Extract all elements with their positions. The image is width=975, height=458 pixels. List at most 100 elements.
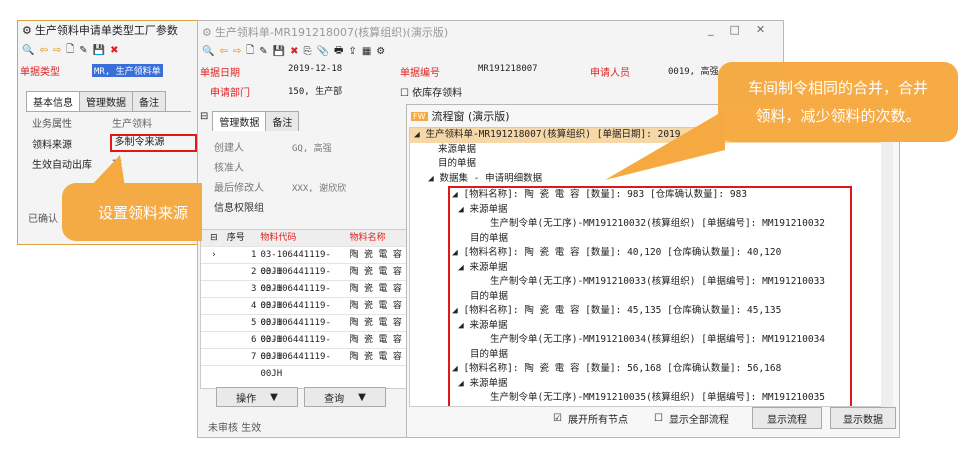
flow-icon: FW xyxy=(411,111,428,121)
tree-item-src[interactable]: ◢ 来源单据 xyxy=(450,377,850,392)
expand-checkbox[interactable]: ☑ xyxy=(553,413,562,424)
pick-title-bar: ⚙ 生产领料单-MR191218007(核算组织)(演示版) xyxy=(202,24,448,40)
grid-collapse-icon[interactable]: ⊟ xyxy=(201,230,227,246)
dropdown-icon: ▼ xyxy=(358,391,366,403)
tab-notes[interactable]: 备注 xyxy=(132,91,166,111)
save-icon[interactable]: 💾 xyxy=(93,45,105,56)
src-doc[interactable]: 生产制令单(无工序)-MM191210032(核算组织) [单据编号]: MM1… xyxy=(450,217,850,232)
edit-icon[interactable]: ✎ xyxy=(259,46,267,57)
creator-value: GQ, 高强 xyxy=(292,144,332,154)
material-label: [物料名称]: 陶 瓷 電 容 [数量]: 40,120 [仓库确认数量]: 4… xyxy=(463,247,782,258)
tree-item-src[interactable]: ◢ 来源单据 xyxy=(450,319,850,334)
src-label: 来源单据 xyxy=(469,261,508,273)
tree-item-src[interactable]: ◢ 来源单据 xyxy=(450,261,850,276)
dst-label[interactable]: 目的单据 xyxy=(450,348,850,363)
table-row[interactable]: 6 03-106441119-00JH 陶 瓷 電 容 xyxy=(201,332,409,362)
search-icon[interactable]: 🔍 xyxy=(22,45,34,56)
new-icon[interactable]: 🗋 xyxy=(246,43,254,60)
manage-panel: ⊟ 管理数据 备注 创建人 GQ, 高强 核准人 最后修改人 XXX, 谢欣欣 信息… xyxy=(200,111,405,221)
show-flow-button[interactable]: 显示流程 xyxy=(752,407,822,429)
tab-manage[interactable]: 管理数据 xyxy=(79,91,133,111)
back-icon[interactable]: ⇦ xyxy=(219,46,227,57)
table-row[interactable]: 5 03-106441119-00JH 陶 瓷 電 容 xyxy=(201,315,409,345)
export-icon[interactable]: ⇪ xyxy=(348,46,356,57)
stock-checkbox[interactable]: ☐ 依库存领料 xyxy=(400,84,462,99)
table-row[interactable]: 7 03-106441119-00JH 陶 瓷 電 容 xyxy=(201,349,409,379)
settings-icon[interactable]: ⚙ xyxy=(376,46,385,57)
tab-notes2[interactable]: 备注 xyxy=(265,111,300,131)
ops-button[interactable]: 操作 ▼ xyxy=(216,387,298,407)
table-row[interactable]: 2 03-106441119-00JH 陶 瓷 電 容 xyxy=(201,264,409,294)
cell-seq: 2 xyxy=(251,267,257,277)
forward-icon[interactable]: ⇨ xyxy=(53,45,61,56)
flow-title: 流程窗 (演示版) xyxy=(431,110,510,123)
row-marker xyxy=(201,264,227,280)
tree-item-src[interactable]: ◢ 来源单据 xyxy=(450,203,850,218)
cell-name: 陶 瓷 電 容 xyxy=(349,267,402,277)
cell-seq: 1 xyxy=(251,250,257,260)
material-label: [物料名称]: 陶 瓷 電 容 [数量]: 56,168 [仓库确认数量]: 5… xyxy=(463,363,782,374)
src-doc[interactable]: 生产制令单(无工序)-MM191210035(核算组织) [单据编号]: MM1… xyxy=(450,391,850,406)
tree-item-group: ◢ [物料名称]: 陶 瓷 電 容 [数量]: 45,135 [仓库确认数量]:… xyxy=(450,304,850,362)
cell-name: 陶 瓷 電 容 xyxy=(349,284,402,294)
new-icon[interactable]: 🗋 xyxy=(66,42,74,59)
dept-field[interactable]: 150, 生产部 xyxy=(288,84,342,97)
cell-code: 03-106441119-00JH xyxy=(260,318,331,345)
tree-scrollbar[interactable] xyxy=(881,127,893,407)
creator-label: 创建人 xyxy=(214,143,244,154)
dept-label: 申请部门 xyxy=(210,88,250,99)
doc-type-field[interactable]: MR, 生产领料单 xyxy=(92,64,163,77)
print-icon[interactable]: 🖶 xyxy=(334,43,343,60)
approver-label: 核准人 xyxy=(214,163,244,174)
showall-checkbox[interactable]: ☐ xyxy=(654,413,663,424)
table-row[interactable]: 4 03-106441119-00JH 陶 瓷 電 容 xyxy=(201,298,409,328)
doc-type-label: 单据类型 xyxy=(20,67,60,78)
tree-material[interactable]: ◢ [物料名称]: 陶 瓷 電 容 [数量]: 40,120 [仓库确认数量]:… xyxy=(450,246,850,261)
show-data-button[interactable]: 显示数据 xyxy=(830,407,896,429)
minimize-button[interactable]: _ xyxy=(708,23,714,36)
src-label: 来源单据 xyxy=(469,203,508,215)
query-label: 查询 xyxy=(324,393,345,405)
date-field[interactable]: 2019-12-18 xyxy=(288,64,342,74)
modifier-label: 最后修改人 xyxy=(214,183,264,194)
expand-label: 展开所有节点 xyxy=(567,415,628,426)
collapse-icon[interactable]: ⊟ xyxy=(200,111,208,131)
dst-label[interactable]: 目的单据 xyxy=(450,232,850,247)
tab-manage2[interactable]: 管理数据 xyxy=(212,111,267,131)
tree-material[interactable]: ◢ [物料名称]: 陶 瓷 電 容 [数量]: 45,135 [仓库确认数量]:… xyxy=(450,304,850,319)
params-toolbar: 🔍 ⇦ ⇨ 🗋 ✎ 💾 ✖ xyxy=(22,42,119,59)
col-code: 物料代码 xyxy=(260,233,297,243)
save-icon[interactable]: 💾 xyxy=(273,46,285,57)
close-button[interactable]: ✕ xyxy=(756,23,765,36)
pick-source-field[interactable]: 多制令来源 xyxy=(109,134,197,152)
table-row[interactable]: 3 03-106441119-00JH 陶 瓷 電 容 xyxy=(201,281,409,311)
cell-seq: 6 xyxy=(251,335,257,345)
material-label: [物料名称]: 陶 瓷 電 容 [数量]: 983 [仓库确认数量]: 983 xyxy=(463,189,748,200)
applicant-field[interactable]: 0019, 高强 xyxy=(668,64,719,77)
delete-icon[interactable]: ✖ xyxy=(290,46,298,57)
forward-icon[interactable]: ⇨ xyxy=(233,46,241,57)
query-button[interactable]: 查询 ▼ xyxy=(304,387,386,407)
row-marker xyxy=(201,349,227,365)
attach-icon[interactable]: 📎 xyxy=(317,46,329,57)
cell-code: 03-106441119-00JH xyxy=(260,267,331,294)
tree-material[interactable]: ◢ [物料名称]: 陶 瓷 電 容 [数量]: 983 [仓库确认数量]: 98… xyxy=(450,188,850,203)
chart-icon[interactable]: ▦ xyxy=(362,46,371,57)
table-row[interactable]: › 1 03-106441119-00JH 陶 瓷 電 容 xyxy=(201,247,409,277)
back-icon[interactable]: ⇦ xyxy=(39,45,47,56)
src-label: 来源单据 xyxy=(469,319,508,331)
tab-basic[interactable]: 基本信息 xyxy=(26,91,80,111)
params-title-bar: ⚙ 生产领料申请单类型工厂参数 xyxy=(18,21,201,39)
copy-icon[interactable]: ⎘ xyxy=(304,46,312,57)
cell-name: 陶 瓷 電 容 xyxy=(349,301,402,311)
src-doc[interactable]: 生产制令单(无工序)-MM191210033(核算组织) [单据编号]: MM1… xyxy=(450,275,850,290)
search-icon[interactable]: 🔍 xyxy=(202,46,214,57)
tree-material[interactable]: ◢ [物料名称]: 陶 瓷 電 容 [数量]: 56,168 [仓库确认数量]:… xyxy=(450,362,850,377)
edit-icon[interactable]: ✎ xyxy=(79,45,87,56)
dst-label[interactable]: 目的单据 xyxy=(450,290,850,305)
src-doc[interactable]: 生产制令单(无工序)-MM191210034(核算组织) [单据编号]: MM1… xyxy=(450,333,850,348)
app-icon: ⚙ xyxy=(202,25,212,39)
no-field[interactable]: MR191218007 xyxy=(478,64,538,74)
maximize-button[interactable]: □ xyxy=(730,23,740,36)
delete-icon[interactable]: ✖ xyxy=(110,45,118,56)
